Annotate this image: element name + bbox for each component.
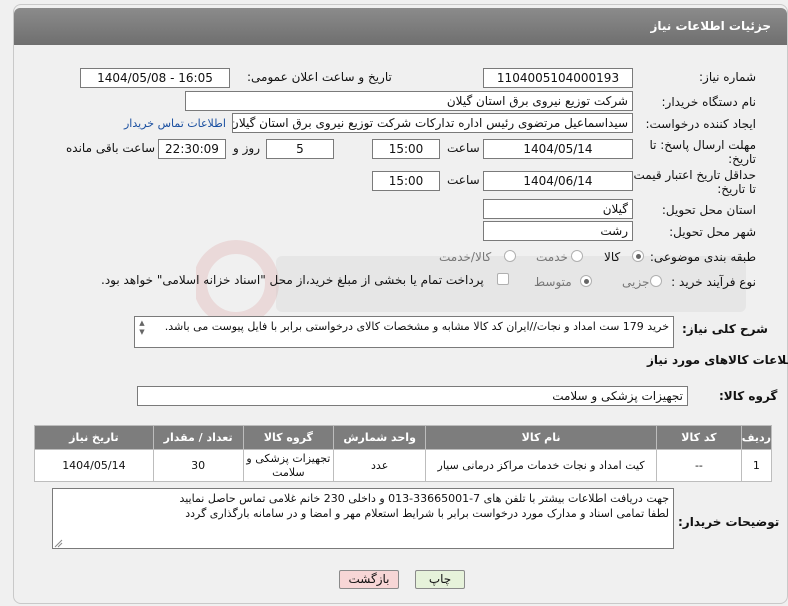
province-field: گیلان xyxy=(483,199,633,219)
category-goods-service-radio[interactable] xyxy=(504,250,516,262)
treasury-payment-note: پرداخت تمام یا بخشی از مبلغ خرید،از محل … xyxy=(101,273,484,287)
buyer-notes-line-2: لطفا تمامی اسناد و مدارک مورد درخواست بر… xyxy=(185,507,669,520)
process-medium-radio[interactable] xyxy=(580,275,592,287)
deadline-time-field: 15:00 xyxy=(372,139,440,159)
deadline-label: مهلت ارسال پاسخ: تا xyxy=(649,138,756,152)
announce-label: تاریخ و ساعت اعلان عمومی: xyxy=(247,70,392,84)
process-minor-label: جزیی xyxy=(622,275,650,289)
goods-group-label: گروه کالا: xyxy=(719,389,778,403)
col-qty: تعداد / مقدار xyxy=(152,425,244,450)
back-button[interactable]: بازگشت xyxy=(339,570,399,589)
creator-field: سیداسماعیل مرتضوی رئیس اداره تدارکات شرک… xyxy=(232,113,633,133)
creator-label: ایجاد کننده درخواست: xyxy=(645,117,756,131)
buyer-org-label: نام دستگاه خریدار: xyxy=(661,95,757,109)
scroll-arrows-icon[interactable]: ▲ ▼ xyxy=(137,319,147,345)
col-code: کد کالا xyxy=(656,425,742,450)
goods-table-header: ردیف کد کالا نام کالا واحد شمارش گروه کا… xyxy=(34,425,773,450)
col-row: ردیف xyxy=(740,425,773,450)
min-price-label: حداقل تاریخ اعتبار قیمت: xyxy=(629,168,756,182)
category-service-radio[interactable] xyxy=(571,250,583,262)
cell-row: 1 xyxy=(740,449,773,482)
description-textarea[interactable]: خرید 179 ست امداد و نجات//ایران کد کالا … xyxy=(134,316,674,348)
table-row: 1 -- کیت امداد و نجات خدمات مراکز درمانی… xyxy=(34,449,773,482)
col-unit: واحد شمارش xyxy=(333,425,427,450)
min-price-time-field: 15:00 xyxy=(372,171,440,191)
buyer-notes-label: توضیحات خریدار: xyxy=(678,515,780,529)
description-label: شرح کلی نیاز: xyxy=(682,322,768,336)
days-label: روز و xyxy=(233,141,260,155)
remaining-label: ساعت باقی مانده xyxy=(66,141,156,155)
city-label: شهر محل تحویل: xyxy=(669,225,756,239)
cell-group: تجهیزات پزشکی و سلامت xyxy=(242,449,335,482)
col-group: گروه کالا xyxy=(242,425,335,450)
process-minor-radio[interactable] xyxy=(650,275,662,287)
page-title: جزئیات اطلاعات نیاز xyxy=(650,19,771,33)
deadline-time-label: ساعت xyxy=(447,141,480,155)
min-price-label-date: تا تاریخ: xyxy=(717,182,756,196)
city-field: رشت xyxy=(483,221,633,241)
print-button[interactable]: چاپ xyxy=(415,570,465,589)
category-label: طبقه بندی موضوعی: xyxy=(649,250,756,264)
category-goods-service-label: کالا/خدمت xyxy=(439,250,492,264)
cell-name: کیت امداد و نجات خدمات مراکز درمانی سیار xyxy=(425,449,658,482)
goods-table: ردیف کد کالا نام کالا واحد شمارش گروه کا… xyxy=(34,425,773,482)
category-goods-label: کالا xyxy=(604,250,621,264)
deadline-date-field: 1404/05/14 xyxy=(483,139,633,159)
resize-grip-icon[interactable] xyxy=(54,538,63,548)
treasury-payment-checkbox[interactable] xyxy=(497,273,509,285)
min-price-time-label: ساعت xyxy=(447,173,480,187)
buyer-org-field: شرکت توزیع نیروی برق استان گیلان xyxy=(185,91,633,111)
buyer-notes-line-1: جهت دریافت اطلاعات بیشتر با تلفن های 7-3… xyxy=(179,492,669,505)
buyer-contact-link[interactable]: اطلاعات تماس خریدار xyxy=(124,117,226,130)
min-price-date-field: 1404/06/14 xyxy=(483,171,633,191)
announce-datetime-field: 1404/05/08 - 16:05 xyxy=(80,68,230,88)
remaining-time-field: 22:30:09 xyxy=(158,139,226,159)
need-number-label: شماره نیاز: xyxy=(699,70,756,84)
need-number-field: 1104005104000193 xyxy=(483,68,633,88)
cell-code: -- xyxy=(656,449,742,482)
buyer-notes-textarea[interactable]: جهت دریافت اطلاعات بیشتر با تلفن های 7-3… xyxy=(52,488,674,549)
goods-section-title: اطلاعات کالاهای مورد نیاز xyxy=(647,353,788,367)
process-medium-label: متوسط xyxy=(534,275,572,289)
title-bar: جزئیات اطلاعات نیاز xyxy=(14,8,787,45)
goods-group-field: تجهیزات پزشکی و سلامت xyxy=(137,386,688,406)
col-date: تاریخ نیاز xyxy=(34,425,154,450)
deadline-label-date: تاریخ: xyxy=(728,152,756,166)
cell-qty: 30 xyxy=(152,449,244,482)
cell-unit: عدد xyxy=(333,449,427,482)
category-goods-radio[interactable] xyxy=(632,250,644,262)
province-label: استان محل تحویل: xyxy=(661,203,756,217)
category-service-label: خدمت xyxy=(536,250,568,264)
process-label: نوع فرآیند خرید : xyxy=(671,275,756,289)
days-remaining-field: 5 xyxy=(266,139,334,159)
cell-date: 1404/05/14 xyxy=(34,449,154,482)
col-name: نام کالا xyxy=(425,425,658,450)
